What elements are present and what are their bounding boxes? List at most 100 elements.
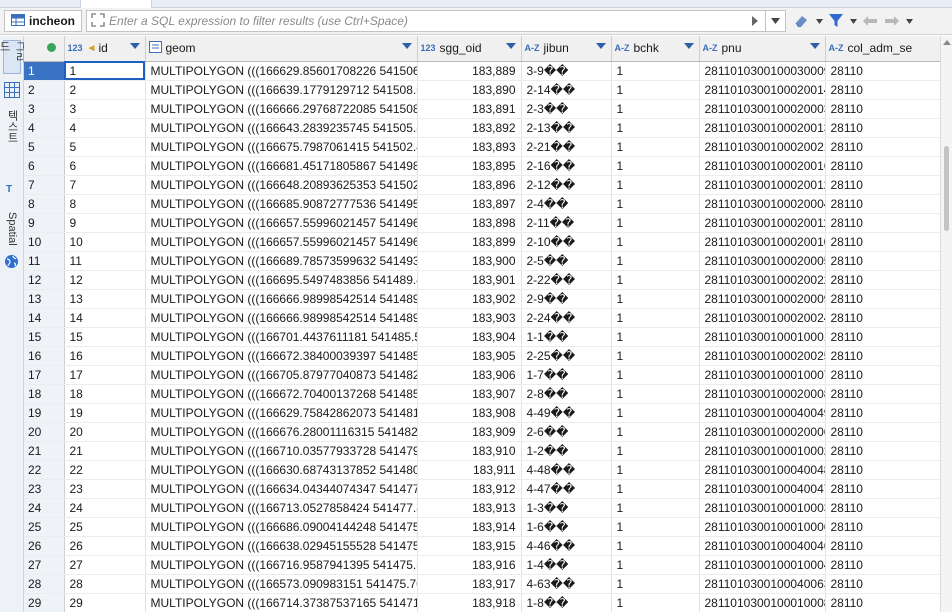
row-number[interactable]: 4: [24, 118, 65, 138]
cell-col-adm-se[interactable]: 28110: [825, 289, 940, 309]
cell-id[interactable]: 14: [64, 308, 146, 328]
row-number[interactable]: 14: [24, 308, 65, 328]
table-row[interactable]: 28 28 MULTIPOLYGON (((166573.090983151 541…: [24, 574, 940, 594]
row-number[interactable]: 9: [24, 213, 65, 233]
cell-geom[interactable]: MULTIPOLYGON (((166672.38400039397 54148…: [145, 346, 418, 366]
cell-sgg-oid[interactable]: 183,900: [417, 251, 522, 271]
cell-jibun[interactable]: 2-11��: [521, 213, 612, 233]
cell-geom[interactable]: MULTIPOLYGON (((166714.37387537165 54147…: [145, 593, 418, 612]
cell-geom[interactable]: MULTIPOLYGON (((166685.90872777536 54149…: [145, 194, 418, 214]
cell-jibun[interactable]: 2-24��: [521, 308, 612, 328]
cell-id[interactable]: 24: [64, 498, 146, 518]
cell-id[interactable]: 17: [64, 365, 146, 385]
cell-geom[interactable]: MULTIPOLYGON (((166629.75842862073 54148…: [145, 403, 418, 423]
cell-sgg-oid[interactable]: 183,898: [417, 213, 522, 233]
cell-col-adm-se[interactable]: 28110: [825, 213, 940, 233]
column-header-pnu[interactable]: A-Z pnu: [699, 36, 826, 62]
table-row[interactable]: 17 17 MULTIPOLYGON (((166705.87977040873 5…: [24, 365, 940, 385]
cell-col-adm-se[interactable]: 28110: [825, 346, 940, 366]
cell-pnu[interactable]: 2811010300100040046: [699, 536, 826, 556]
cell-col-adm-se[interactable]: 28110: [825, 479, 940, 499]
row-number[interactable]: 25: [24, 517, 65, 537]
cell-sgg-oid[interactable]: 183,904: [417, 327, 522, 347]
cell-geom[interactable]: MULTIPOLYGON (((166573.090983151 541475.…: [145, 574, 418, 594]
cell-bchk[interactable]: 1: [611, 251, 700, 271]
cell-bchk[interactable]: 1: [611, 232, 700, 252]
cell-pnu[interactable]: 2811010300100020005: [699, 251, 826, 271]
cell-col-adm-se[interactable]: 28110: [825, 175, 940, 195]
table-row[interactable]: 21 21 MULTIPOLYGON (((166710.03577933728 5…: [24, 441, 940, 461]
cell-id[interactable]: 4: [64, 118, 146, 138]
cell-id[interactable]: 8: [64, 194, 146, 214]
cell-pnu[interactable]: 2811010300100020021: [699, 137, 826, 157]
cell-bchk[interactable]: 1: [611, 593, 700, 612]
table-row[interactable]: 12 12 MULTIPOLYGON (((166695.5497483856 54…: [24, 270, 940, 290]
cell-sgg-oid[interactable]: 183,903: [417, 308, 522, 328]
cell-jibun[interactable]: 2-5��: [521, 251, 612, 271]
cell-col-adm-se[interactable]: 28110: [825, 156, 940, 176]
cell-col-adm-se[interactable]: 28110: [825, 422, 940, 442]
row-number[interactable]: 16: [24, 346, 65, 366]
cell-sgg-oid[interactable]: 183,911: [417, 460, 522, 480]
cell-jibun[interactable]: 2-14��: [521, 80, 612, 100]
cell-bchk[interactable]: 1: [611, 99, 700, 119]
column-header-id[interactable]: 123 ◄ id: [64, 36, 146, 62]
table-row[interactable]: 27 27 MULTIPOLYGON (((166716.9587941395 54…: [24, 555, 940, 575]
cell-pnu[interactable]: 2811010300100020006: [699, 422, 826, 442]
cell-bchk[interactable]: 1: [611, 61, 700, 81]
cell-pnu[interactable]: 2811010300100020022: [699, 270, 826, 290]
cell-jibun[interactable]: 2-9��: [521, 289, 612, 309]
filter-input[interactable]: [109, 11, 770, 31]
expand-icon[interactable]: [91, 12, 105, 30]
cell-bchk[interactable]: 1: [611, 517, 700, 537]
filter-history-dropdown-icon[interactable]: [765, 11, 785, 31]
cell-jibun[interactable]: 4-49��: [521, 403, 612, 423]
cell-sgg-oid[interactable]: 183,915: [417, 536, 522, 556]
table-row[interactable]: 22 22 MULTIPOLYGON (((166630.68743137852 5…: [24, 460, 940, 480]
cell-sgg-oid[interactable]: 183,906: [417, 365, 522, 385]
cell-bchk[interactable]: 1: [611, 270, 700, 290]
cell-jibun[interactable]: 4-63��: [521, 574, 612, 594]
row-number[interactable]: 22: [24, 460, 65, 480]
cell-pnu[interactable]: 2811010300100010004: [699, 555, 826, 575]
cell-geom[interactable]: MULTIPOLYGON (((166701.4437611181 541485…: [145, 327, 418, 347]
cell-col-adm-se[interactable]: 28110: [825, 365, 940, 385]
cell-id[interactable]: 3: [64, 99, 146, 119]
cell-id[interactable]: 28: [64, 574, 146, 594]
cell-pnu[interactable]: 2811010300100010007: [699, 365, 826, 385]
cell-sgg-oid[interactable]: 183,918: [417, 593, 522, 612]
cell-bchk[interactable]: 1: [611, 156, 700, 176]
cell-geom[interactable]: MULTIPOLYGON (((166672.70400137268 54148…: [145, 384, 418, 404]
cell-id[interactable]: 10: [64, 232, 146, 252]
table-row[interactable]: 20 20 MULTIPOLYGON (((166676.28001116315 5…: [24, 422, 940, 442]
cell-id[interactable]: 7: [64, 175, 146, 195]
cell-sgg-oid[interactable]: 183,912: [417, 479, 522, 499]
cell-geom[interactable]: MULTIPOLYGON (((166695.5497483856 541489…: [145, 270, 418, 290]
cell-pnu[interactable]: 2811010300100020025: [699, 346, 826, 366]
row-number[interactable]: 23: [24, 479, 65, 499]
cell-geom[interactable]: MULTIPOLYGON (((166713.0527858424 541477…: [145, 498, 418, 518]
cell-sgg-oid[interactable]: 183,896: [417, 175, 522, 195]
row-number[interactable]: 29: [24, 593, 65, 612]
cell-jibun[interactable]: 2-8��: [521, 384, 612, 404]
row-number[interactable]: 13: [24, 289, 65, 309]
cell-jibun[interactable]: 2-21��: [521, 137, 612, 157]
cell-jibun[interactable]: 2-6��: [521, 422, 612, 442]
table-row[interactable]: 23 23 MULTIPOLYGON (((166634.04344074347 5…: [24, 479, 940, 499]
cell-pnu[interactable]: 2811010300100040048: [699, 460, 826, 480]
table-row[interactable]: 10 10 MULTIPOLYGON (((166657.55996021457 5…: [24, 232, 940, 252]
cell-geom[interactable]: MULTIPOLYGON (((166638.02945155528 54147…: [145, 536, 418, 556]
table-row[interactable]: 11 11 MULTIPOLYGON (((166689.78573599632 5…: [24, 251, 940, 271]
cell-id[interactable]: 27: [64, 555, 146, 575]
cell-geom[interactable]: MULTIPOLYGON (((166666.98998542514 54148…: [145, 308, 418, 328]
cell-id[interactable]: 26: [64, 536, 146, 556]
cell-id[interactable]: 21: [64, 441, 146, 461]
row-number[interactable]: 19: [24, 403, 65, 423]
cell-geom[interactable]: MULTIPOLYGON (((166666.29768722085 54150…: [145, 99, 418, 119]
cell-sgg-oid[interactable]: 183,916: [417, 555, 522, 575]
table-row[interactable]: 13 13 MULTIPOLYGON (((166666.98998542514 5…: [24, 289, 940, 309]
cell-sgg-oid[interactable]: 183,905: [417, 346, 522, 366]
table-row[interactable]: 29 29 MULTIPOLYGON (((166714.37387537165 5…: [24, 593, 940, 612]
cell-jibun[interactable]: 2-3��: [521, 99, 612, 119]
cell-id[interactable]: 12: [64, 270, 146, 290]
